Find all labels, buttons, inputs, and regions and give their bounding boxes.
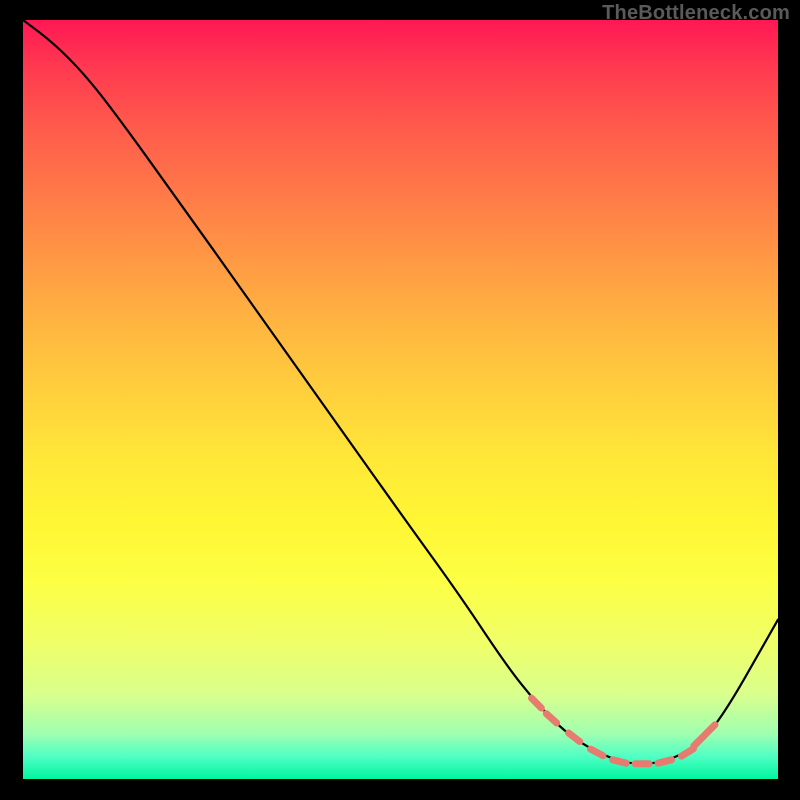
highlight-dash bbox=[694, 736, 704, 746]
attribution-label: TheBottleneck.com bbox=[602, 2, 790, 25]
bottleneck-curve bbox=[23, 20, 778, 764]
highlight-dash bbox=[681, 749, 693, 756]
highlight-dash bbox=[705, 725, 715, 735]
highlight-dash bbox=[591, 749, 603, 756]
highlight-dash bbox=[569, 733, 580, 742]
highlight-dash bbox=[546, 714, 556, 723]
chart-frame bbox=[23, 20, 778, 779]
highlight-markers bbox=[532, 698, 716, 764]
chart-svg bbox=[23, 20, 778, 779]
highlight-dash bbox=[532, 698, 542, 708]
highlight-dash bbox=[613, 760, 627, 763]
highlight-dash bbox=[658, 760, 672, 763]
